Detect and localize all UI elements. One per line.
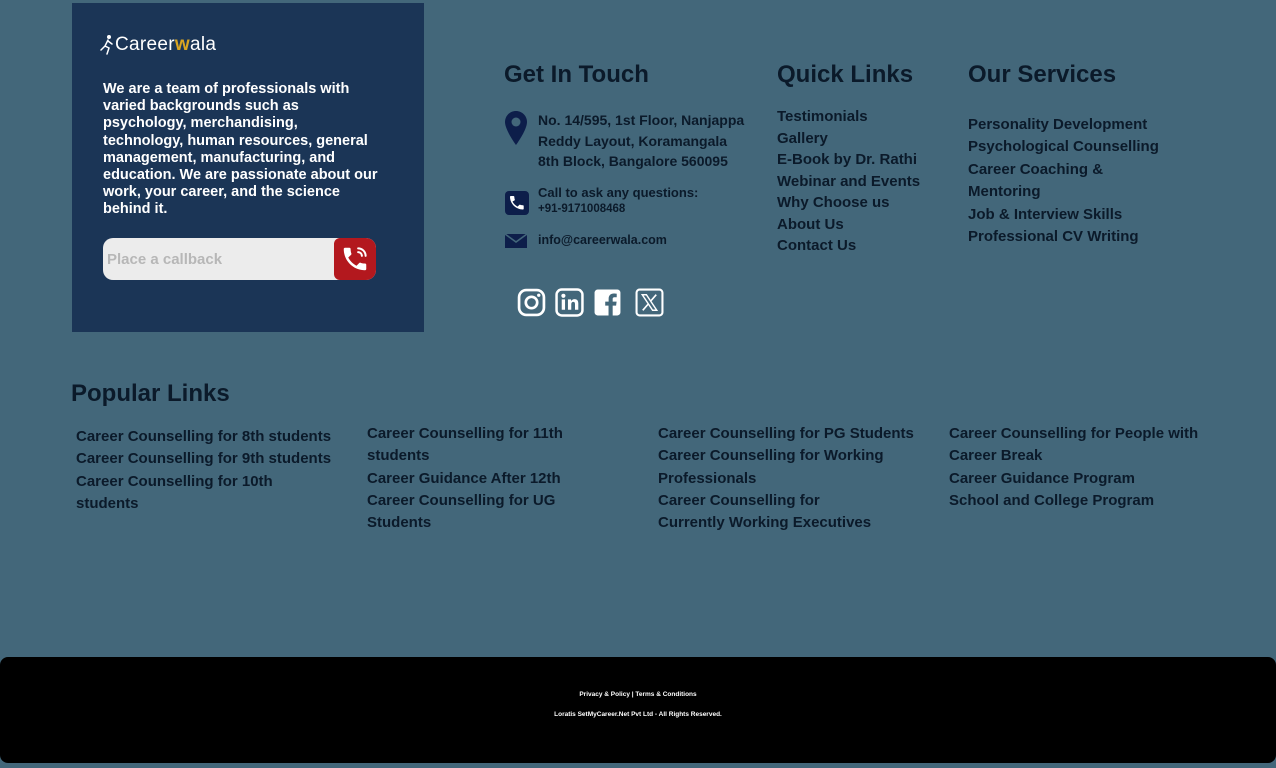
social-links	[517, 288, 673, 317]
copyright-text: Loratis SetMyCareer.Net Pvt Ltd - All Ri…	[554, 711, 722, 718]
callback-input[interactable]	[103, 238, 335, 280]
quick-link-ebook[interactable]: E-Book by Dr. Rathi	[777, 149, 920, 171]
service-cv-writing[interactable]: Professional CV Writing	[968, 226, 1168, 248]
quick-links-heading: Quick Links	[777, 61, 914, 88]
email-link[interactable]: info@careerwala.com	[538, 232, 667, 254]
phone-icon	[505, 191, 529, 215]
phone-label: Call to ask any questions:	[538, 185, 699, 200]
quick-link-gallery[interactable]: Gallery	[777, 128, 920, 150]
popular-links-col-4: Career Counselling for People with Caree…	[949, 423, 1204, 512]
popular-link[interactable]: Career Counselling for 9th students	[76, 448, 336, 470]
popular-links-col-3: Career Counselling for PG Students Caree…	[658, 423, 918, 534]
phone-number[interactable]: +91-9171008468	[538, 201, 698, 217]
address-row: No. 14/595, 1st Floor, Nanjappa Reddy La…	[504, 110, 748, 172]
quick-link-contact-us[interactable]: Contact Us	[777, 235, 920, 257]
phone-icon	[343, 247, 367, 271]
popular-link[interactable]: Career Counselling for 11th students	[367, 423, 567, 468]
location-pin-icon	[505, 111, 527, 145]
callback-button[interactable]	[334, 238, 376, 280]
logo-text-ala: ala	[189, 34, 217, 55]
footer-legal-links: Privacy & Policy | Terms & Conditions	[0, 691, 1276, 698]
service-personality-development[interactable]: Personality Development	[968, 114, 1168, 136]
logo-text-career: Career	[115, 34, 175, 55]
quick-link-webinar[interactable]: Webinar and Events	[777, 171, 920, 193]
footer-bar: Privacy & Policy | Terms & Conditions Lo…	[0, 657, 1276, 763]
popular-links-heading: Popular Links	[71, 380, 230, 407]
our-services-heading: Our Services	[968, 61, 1117, 88]
popular-link[interactable]: Career Counselling for Working Professio…	[658, 445, 888, 490]
popular-link[interactable]: Career Counselling for Currently Working…	[658, 490, 888, 535]
popular-link[interactable]: Career Counselling for 10th students	[76, 471, 276, 516]
get-in-touch-heading: Get In Touch	[504, 61, 649, 88]
facebook-icon[interactable]	[593, 288, 622, 317]
popular-links-col-2: Career Counselling for 11th students Car…	[367, 423, 622, 534]
service-job-interview-skills[interactable]: Job & Interview Skills	[968, 204, 1168, 226]
logo-text-w: w	[174, 34, 190, 55]
popular-link[interactable]: Career Guidance Program	[949, 468, 1204, 490]
mail-icon	[504, 233, 528, 248]
popular-link[interactable]: Career Guidance After 12th	[367, 468, 622, 490]
about-description: We are a team of professionals with vari…	[103, 81, 378, 218]
runner-logo-icon	[100, 35, 113, 55]
phone-row: Call to ask any questions: +91-917100846…	[504, 185, 698, 221]
popular-link[interactable]: Career Counselling for UG Students	[367, 490, 622, 535]
popular-link[interactable]: Career Counselling for PG Students	[658, 423, 918, 445]
popular-link[interactable]: Career Counselling for 8th students	[76, 426, 336, 448]
quick-link-testimonials[interactable]: Testimonials	[777, 106, 920, 128]
email-row: info@careerwala.com	[504, 232, 667, 254]
popular-links-col-1: Career Counselling for 8th students Care…	[76, 426, 336, 515]
terms-conditions-link[interactable]: Terms & Conditions	[635, 691, 696, 698]
quick-links-list: Testimonials Gallery E-Book by Dr. Rathi…	[777, 106, 920, 257]
service-psychological-counselling[interactable]: Psychological Counselling	[968, 136, 1168, 158]
instagram-icon[interactable]	[517, 288, 546, 317]
privacy-policy-link[interactable]: Privacy & Policy	[579, 691, 630, 698]
quick-link-why-choose-us[interactable]: Why Choose us	[777, 192, 920, 214]
service-career-coaching[interactable]: Career Coaching & Mentoring	[968, 159, 1118, 204]
popular-link[interactable]: School and College Program	[949, 490, 1204, 512]
callback-form	[103, 238, 376, 280]
linkedin-icon[interactable]	[555, 288, 584, 317]
careerwala-logo[interactable]: Career w ala	[100, 30, 216, 56]
x-twitter-icon[interactable]	[635, 288, 664, 317]
quick-link-about-us[interactable]: About Us	[777, 214, 920, 236]
popular-link[interactable]: Career Counselling for People with Caree…	[949, 423, 1204, 468]
services-list: Personality Development Psychological Co…	[968, 114, 1168, 248]
address-text: No. 14/595, 1st Floor, Nanjappa Reddy La…	[538, 112, 745, 169]
